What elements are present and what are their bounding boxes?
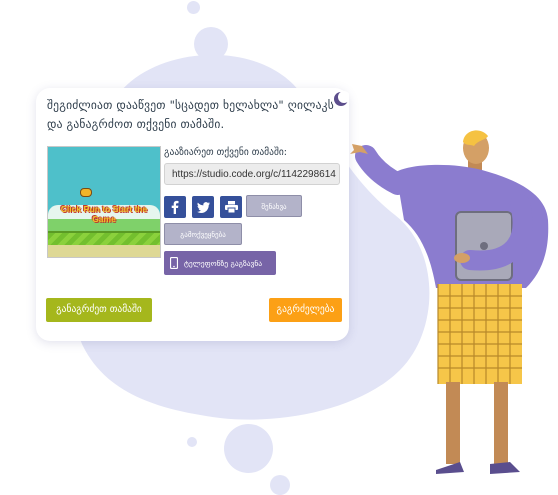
twitter-share-button[interactable] <box>192 196 214 218</box>
decor-bubble <box>224 424 273 473</box>
next-button[interactable]: გაგრძელება <box>269 298 342 322</box>
send-to-phone-label: ტელეფონზე გაგზავნა <box>184 258 263 268</box>
game-start-text: Click Run to Start the Game <box>60 204 148 224</box>
decor-bubble <box>187 437 197 447</box>
facebook-icon <box>171 200 179 214</box>
decor-bubble <box>194 27 228 61</box>
person-illustration <box>350 130 549 474</box>
publish-button[interactable]: გამოქვეყნება <box>164 223 242 245</box>
decor-bubble <box>256 69 267 80</box>
share-dialog: შეგიძლიათ დააწვეთ "სცადეთ ხელახლა" ღილაკ… <box>36 88 349 341</box>
moon-icon <box>334 91 349 106</box>
decor-bubble <box>270 475 290 495</box>
send-to-phone-button[interactable]: ტელეფონზე გაგზავნა <box>164 251 276 275</box>
dirt-layer <box>48 245 160 257</box>
share-label: გააზიარეთ თქვენი თამაში: <box>164 147 288 158</box>
continue-game-button[interactable]: განაგრძეთ თამაში <box>46 298 152 322</box>
decor-bubble <box>187 1 200 14</box>
dialog-message: შეგიძლიათ დააწვეთ "სცადეთ ხელახლა" ღილაკ… <box>47 98 334 131</box>
facebook-share-button[interactable] <box>164 196 186 218</box>
printer-icon <box>224 201 238 213</box>
bird-icon <box>80 188 92 197</box>
share-url-field[interactable]: https://studio.code.org/c/1142298614 <box>164 163 340 185</box>
print-button[interactable] <box>220 196 242 218</box>
phone-icon <box>170 257 178 269</box>
twitter-icon <box>196 201 210 213</box>
save-button[interactable]: შენახვა <box>246 195 302 217</box>
game-thumbnail: Click Run to Start the Game <box>47 146 161 258</box>
